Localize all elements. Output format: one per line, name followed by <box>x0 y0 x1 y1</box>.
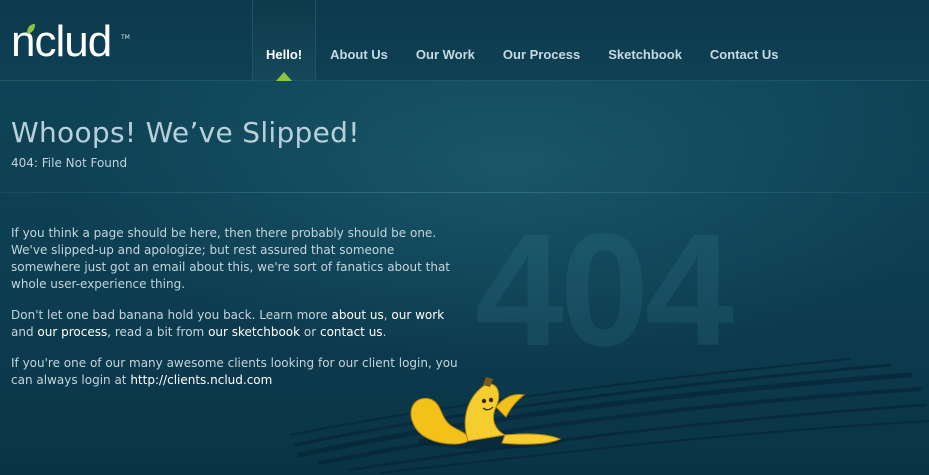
divider <box>0 192 929 193</box>
nav-item-label: Contact Us <box>709 47 779 62</box>
sketchbook-link[interactable]: our sketchbook <box>208 325 300 339</box>
trademark-mark: TM <box>121 34 130 41</box>
nav-item-label: About Us <box>330 47 388 62</box>
page-subtitle: 404: File Not Found <box>11 156 128 170</box>
our-process-link[interactable]: our process <box>37 325 107 339</box>
page-title: Whoops! We’ve Slipped! <box>11 116 360 149</box>
nav-item-label: Our Work <box>415 47 475 62</box>
nav-item-label: Our Process <box>502 47 581 62</box>
client-login-link[interactable]: http://clients.nclud.com <box>130 373 272 387</box>
text-fragment: , read a bit from <box>107 325 209 339</box>
text-fragment: . <box>382 325 387 339</box>
site-header: nclud TM Hello! About Us Our Work Our Pr… <box>0 0 929 81</box>
paragraph-apology: If you think a page should be here, then… <box>11 226 451 291</box>
nav-item-hello[interactable]: Hello! <box>252 0 317 81</box>
nav-item-label: Hello! <box>266 47 303 62</box>
nav-item-sketchbook[interactable]: Sketchbook <box>594 0 696 80</box>
nav-item-our-process[interactable]: Our Process <box>489 0 594 80</box>
skid-marks-icon <box>290 358 929 474</box>
text-fragment: and <box>11 325 38 339</box>
text-fragment: or <box>300 325 320 339</box>
nav-item-contact-us[interactable]: Contact Us <box>696 0 793 80</box>
contact-us-link[interactable]: contact us <box>320 325 383 339</box>
active-indicator-icon <box>276 72 293 81</box>
nav-item-label: Sketchbook <box>608 47 682 62</box>
nav-item-our-work[interactable]: Our Work <box>402 0 489 80</box>
paragraph-links: Don't let one bad banana hold you back. … <box>11 307 466 341</box>
slip-scene <box>290 358 929 474</box>
logo[interactable]: nclud TM <box>11 20 135 64</box>
leaf-icon <box>27 24 35 34</box>
about-us-link[interactable]: about us <box>331 308 383 322</box>
main-nav: Hello! About Us Our Work Our Process Ske… <box>252 0 793 81</box>
watermark-404: 404 <box>475 200 734 379</box>
nav-item-about-us[interactable]: About Us <box>316 0 402 80</box>
text-fragment: Don't let one bad banana hold you back. … <box>11 308 332 322</box>
our-work-link[interactable]: our work <box>391 308 444 322</box>
